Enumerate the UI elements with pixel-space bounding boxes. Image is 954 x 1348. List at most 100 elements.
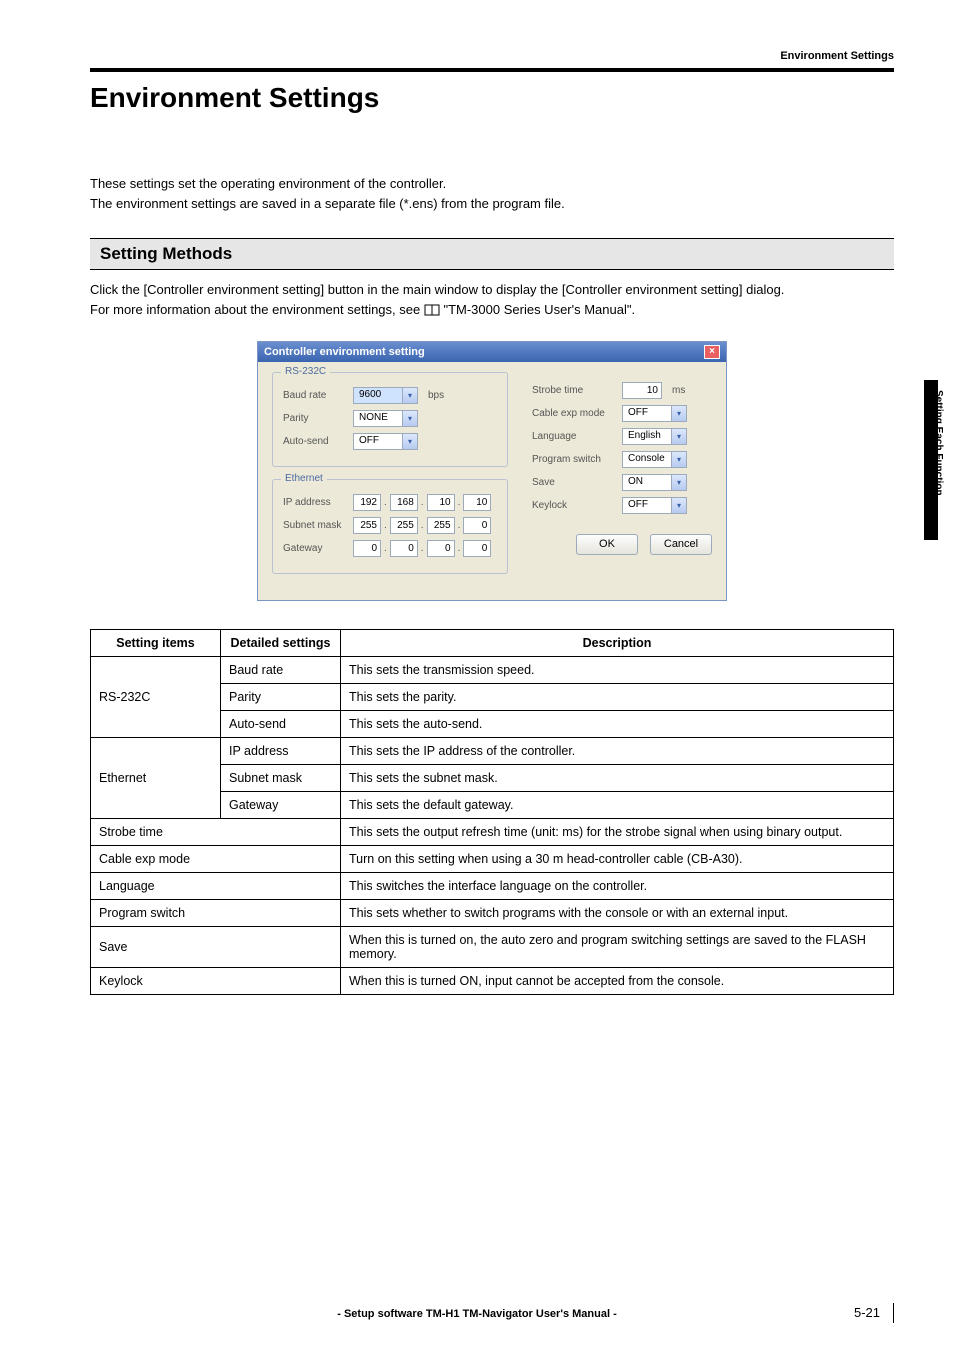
close-icon[interactable]: × xyxy=(704,345,720,359)
cell-setting-item: RS-232C xyxy=(91,656,221,737)
intro-line1: These settings set the operating environ… xyxy=(90,174,894,194)
ip-input[interactable]: . . . xyxy=(353,494,491,511)
footer-center: - Setup software TM-H1 TM-Navigator User… xyxy=(0,1308,954,1320)
cell-setting-item: Keylock xyxy=(91,967,341,994)
chevron-down-icon: ▾ xyxy=(671,429,686,444)
table-row: KeylockWhen this is turned ON, input can… xyxy=(91,967,894,994)
gw-octet-2[interactable] xyxy=(390,540,418,557)
mask-octet-3[interactable] xyxy=(427,517,455,534)
cancel-button[interactable]: Cancel xyxy=(650,534,712,555)
progswitch-combo[interactable]: Console▾ xyxy=(622,451,687,468)
section-line2: For more information about the environme… xyxy=(90,300,894,322)
footer-page: 5-21 xyxy=(854,1305,880,1320)
cell-detailed-setting: Gateway xyxy=(221,791,341,818)
table-row: Cable exp modeTurn on this setting when … xyxy=(91,845,894,872)
autosend-combo[interactable]: OFF ▾ xyxy=(353,433,418,450)
section-line2b: "TM-3000 Series User's Manual". xyxy=(443,302,635,317)
table-row: SaveWhen this is turned on, the auto zer… xyxy=(91,926,894,967)
cable-combo[interactable]: OFF▾ xyxy=(622,405,687,422)
ip-octet-4[interactable] xyxy=(463,494,491,511)
dialog-titlebar: Controller environment setting × xyxy=(258,342,726,362)
chevron-down-icon: ▾ xyxy=(671,452,686,467)
footer: - Setup software TM-H1 TM-Navigator User… xyxy=(0,1308,954,1320)
header-label: Environment Settings xyxy=(90,50,894,62)
progswitch-label: Program switch xyxy=(532,454,616,465)
dialog-title: Controller environment setting xyxy=(264,346,425,358)
section-body: Click the [Controller environment settin… xyxy=(90,280,894,322)
intro-text: These settings set the operating environ… xyxy=(90,174,894,214)
baud-combo[interactable]: 9600 ▾ xyxy=(353,387,418,404)
cell-setting-item: Strobe time xyxy=(91,818,341,845)
cell-setting-item: Ethernet xyxy=(91,737,221,818)
chevron-down-icon: ▾ xyxy=(671,406,686,421)
intro-line2: The environment settings are saved in a … xyxy=(90,194,894,214)
table-row: EthernetIP addressThis sets the IP addre… xyxy=(91,737,894,764)
gw-octet-4[interactable] xyxy=(463,540,491,557)
cell-description: This sets the IP address of the controll… xyxy=(341,737,894,764)
cell-setting-item: Save xyxy=(91,926,341,967)
gw-octet-3[interactable] xyxy=(427,540,455,557)
cell-detailed-setting: IP address xyxy=(221,737,341,764)
ip-octet-1[interactable] xyxy=(353,494,381,511)
cell-detailed-setting: Parity xyxy=(221,683,341,710)
strobe-input[interactable] xyxy=(622,382,662,399)
cable-value: OFF xyxy=(623,406,671,421)
table-row: Strobe timeThis sets the output refresh … xyxy=(91,818,894,845)
save-value: ON xyxy=(623,475,671,490)
save-label: Save xyxy=(532,477,616,488)
cable-label: Cable exp mode xyxy=(532,408,616,419)
gw-input[interactable]: . . . xyxy=(353,540,491,557)
side-tab: Setting Each Function xyxy=(924,380,954,540)
mask-octet-1[interactable] xyxy=(353,517,381,534)
header-rule xyxy=(90,68,894,72)
chevron-down-icon: ▾ xyxy=(671,498,686,513)
mask-octet-4[interactable] xyxy=(463,517,491,534)
parity-value: NONE xyxy=(354,411,402,426)
gw-octet-1[interactable] xyxy=(353,540,381,557)
table-row: LanguageThis switches the interface lang… xyxy=(91,872,894,899)
strobe-value[interactable] xyxy=(622,382,662,399)
table-row: RS-232CBaud rateThis sets the transmissi… xyxy=(91,656,894,683)
section-line1: Click the [Controller environment settin… xyxy=(90,280,894,300)
cell-detailed-setting: Baud rate xyxy=(221,656,341,683)
cell-description: Turn on this setting when using a 30 m h… xyxy=(341,845,894,872)
autosend-value: OFF xyxy=(354,434,402,449)
language-combo[interactable]: English▾ xyxy=(622,428,687,445)
footer-bar xyxy=(893,1303,895,1323)
save-combo[interactable]: ON▾ xyxy=(622,474,687,491)
ok-button[interactable]: OK xyxy=(576,534,638,555)
cell-description: This sets whether to switch programs wit… xyxy=(341,899,894,926)
rs232c-group: RS-232C Baud rate 9600 ▾ bps Parity NONE xyxy=(272,372,508,467)
chevron-down-icon: ▾ xyxy=(402,434,417,449)
ip-octet-3[interactable] xyxy=(427,494,455,511)
side-tab-label: Setting Each Function xyxy=(933,390,944,496)
cell-setting-item: Cable exp mode xyxy=(91,845,341,872)
th-setting-items: Setting items xyxy=(91,629,221,656)
chevron-down-icon: ▾ xyxy=(671,475,686,490)
chevron-down-icon: ▾ xyxy=(402,388,417,403)
baud-value: 9600 xyxy=(354,388,402,403)
parity-combo[interactable]: NONE ▾ xyxy=(353,410,418,427)
cell-description: This sets the default gateway. xyxy=(341,791,894,818)
keylock-combo[interactable]: OFF▾ xyxy=(622,497,687,514)
cell-detailed-setting: Auto-send xyxy=(221,710,341,737)
parity-label: Parity xyxy=(283,413,347,424)
keylock-value: OFF xyxy=(623,498,671,513)
cell-description: When this is turned on, the auto zero an… xyxy=(341,926,894,967)
cell-description: This switches the interface language on … xyxy=(341,872,894,899)
ip-octet-2[interactable] xyxy=(390,494,418,511)
cell-description: This sets the transmission speed. xyxy=(341,656,894,683)
cell-description: When this is turned ON, input cannot be … xyxy=(341,967,894,994)
cell-description: This sets the output refresh time (unit:… xyxy=(341,818,894,845)
controller-env-dialog: Controller environment setting × RS-232C… xyxy=(257,341,727,601)
mask-input[interactable]: . . . xyxy=(353,517,491,534)
table-row: Program switchThis sets whether to switc… xyxy=(91,899,894,926)
gw-label: Gateway xyxy=(283,543,347,554)
section-heading: Setting Methods xyxy=(90,238,894,270)
mask-octet-2[interactable] xyxy=(390,517,418,534)
rs232c-legend: RS-232C xyxy=(281,366,330,377)
page-title: Environment Settings xyxy=(90,82,894,114)
ip-label: IP address xyxy=(283,497,347,508)
language-value: English xyxy=(623,429,671,444)
book-icon xyxy=(424,302,440,322)
